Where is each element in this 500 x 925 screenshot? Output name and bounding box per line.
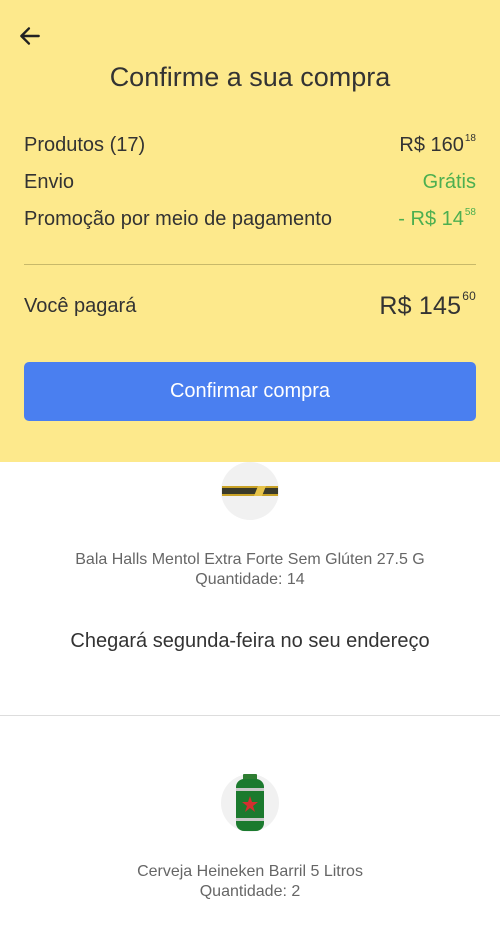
total-row: Você pagará R$ 14560 [24,289,476,321]
total-cents: 60 [462,289,476,303]
summary-divider [24,264,476,265]
shipping-label: Envio [24,171,75,193]
delivery-estimate: Chegará segunda-feira no seu endereço [70,630,430,652]
total-label: Você pagará [24,295,137,317]
page-title: Confirme a sua compra [109,62,391,92]
back-button[interactable] [14,20,46,52]
product-thumbnail [221,462,279,520]
product-quantity: Quantidade: 14 [195,571,305,588]
shipping-value: Grátis [422,171,476,193]
total-value: R$ 145 [379,292,462,320]
halls-candy-image [222,486,278,496]
product-thumbnail [221,774,279,832]
heineken-keg-image [236,774,264,831]
products-cents: 18 [464,133,476,144]
promo-value: - R$ 14 [398,208,464,230]
total-price: R$ 14560 [379,289,476,321]
product-quantity: Quantidade: 2 [199,883,301,900]
shipping-row: Envio Grátis [24,171,476,194]
product-name: Bala Halls Mentol Extra Forte Sem Glúten… [75,551,425,568]
products-row: Produtos (17) R$ 16018 [24,133,476,157]
product-name: Cerveja Heineken Barril 5 Litros [137,863,363,880]
shipment-divider [0,715,500,716]
promo-cents: 58 [464,207,476,218]
products-price: R$ 16018 [399,133,476,157]
promo-price: - R$ 1458 [398,207,476,231]
promo-label: Promoção por meio de pagamento [24,208,332,230]
arrow-left-icon [20,27,40,45]
products-value: R$ 160 [399,134,464,156]
confirm-purchase-button[interactable]: Confirmar compra [24,362,476,421]
promo-row: Promoção por meio de pagamento - R$ 1458 [24,207,476,231]
purchase-summary-panel: Confirme a sua compra Produtos (17) R$ 1… [0,0,500,462]
products-label: Produtos (17) [24,134,146,156]
